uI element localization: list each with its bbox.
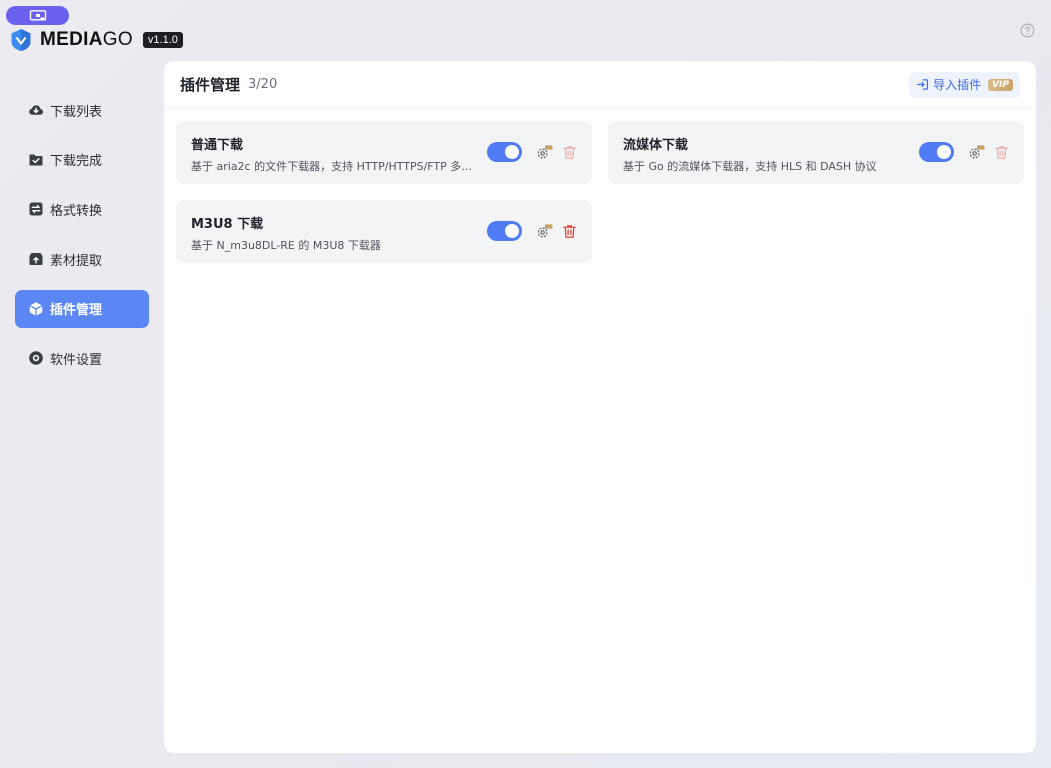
settings-icon: [29, 351, 43, 366]
convert-icon: [29, 202, 43, 216]
plugin-settings-vip-icon[interactable]: [536, 144, 553, 161]
version-badge: v1.1.0: [142, 32, 183, 48]
plugin-settings-vip-icon[interactable]: [536, 223, 553, 240]
plugin-enable-toggle[interactable]: [487, 221, 522, 241]
sidebar-item-format-convert[interactable]: 格式转换: [15, 190, 149, 228]
main-panel: 插件管理 3/20 导入插件 VIP 普通下载 基于 aria2c 的文件下载器…: [164, 61, 1036, 753]
plugin-card-normal-download: 普通下载 基于 aria2c 的文件下载器，支持 HTTP/HTTPS/FTP …: [176, 121, 592, 184]
cloud-download-icon: [29, 105, 43, 115]
app-name-light: GO: [102, 29, 133, 50]
sidebar-item-plugin-manage[interactable]: 插件管理: [15, 289, 149, 328]
folder-check-icon: [29, 154, 43, 166]
plugin-description: 基于 Go 的流媒体下载器，支持 HLS 和 DASH 协议: [623, 160, 877, 173]
monitor-icon: [29, 9, 46, 21]
page-header: 插件管理 3/20 导入插件 VIP: [164, 61, 1036, 109]
plugin-description: 基于 aria2c 的文件下载器，支持 HTTP/HTTPS/FTP 多…: [191, 160, 473, 173]
box-upload-icon: [29, 253, 43, 266]
plugin-enable-toggle[interactable]: [487, 142, 522, 162]
sidebar-item-label: 格式转换: [50, 203, 103, 219]
sidebar-item-label: 下载完成: [50, 154, 103, 170]
plugin-enable-toggle[interactable]: [919, 142, 954, 162]
plugin-cube-icon: [29, 301, 43, 316]
sidebar-item-settings[interactable]: 软件设置: [15, 339, 149, 377]
plugin-card-stream-download: 流媒体下载 基于 Go 的流媒体下载器，支持 HLS 和 DASH 协议: [608, 121, 1024, 184]
sidebar-item-download-complete[interactable]: 下载完成: [15, 141, 149, 179]
import-icon: [917, 79, 929, 90]
plugin-settings-vip-icon[interactable]: [968, 144, 985, 161]
delete-icon[interactable]: [561, 223, 578, 240]
sidebar-item-asset-extract[interactable]: 素材提取: [15, 240, 149, 278]
logo-shield-icon: [11, 29, 31, 51]
plugin-count: 3/20: [248, 77, 278, 92]
delete-icon-disabled[interactable]: [561, 144, 578, 161]
plugin-actions: [487, 221, 578, 241]
plugin-actions: [919, 142, 1010, 162]
delete-icon-disabled[interactable]: [993, 144, 1010, 161]
app-name-bold: MEDIA: [40, 29, 103, 50]
help-icon[interactable]: [1020, 23, 1035, 38]
import-plugin-label: 导入插件: [933, 78, 982, 92]
plugin-description: 基于 N_m3u8DL-RE 的 M3U8 下载器: [191, 239, 381, 252]
sidebar-item-label: 软件设置: [50, 352, 103, 368]
plugin-actions: [487, 142, 578, 162]
sidebar: 下载列表 下载完成 格式转换 素材提取 插件管理 软件设置: [15, 91, 149, 389]
app-name: MEDIAGO: [40, 29, 133, 51]
page-title: 插件管理: [180, 76, 241, 94]
sidebar-item-label: 下载列表: [50, 104, 103, 120]
sidebar-item-download-list[interactable]: 下载列表: [15, 91, 149, 129]
app-logo: MEDIAGO v1.1.0: [10, 28, 183, 52]
vip-badge: VIP: [988, 78, 1013, 91]
plugin-card-m3u8-download: M3U8 下载 基于 N_m3u8DL-RE 的 M3U8 下载器: [176, 200, 592, 263]
import-plugin-button[interactable]: 导入插件 VIP: [909, 71, 1020, 98]
screen-share-pill[interactable]: [6, 6, 69, 25]
sidebar-item-label: 插件管理: [50, 303, 103, 319]
sidebar-item-label: 素材提取: [50, 253, 103, 269]
